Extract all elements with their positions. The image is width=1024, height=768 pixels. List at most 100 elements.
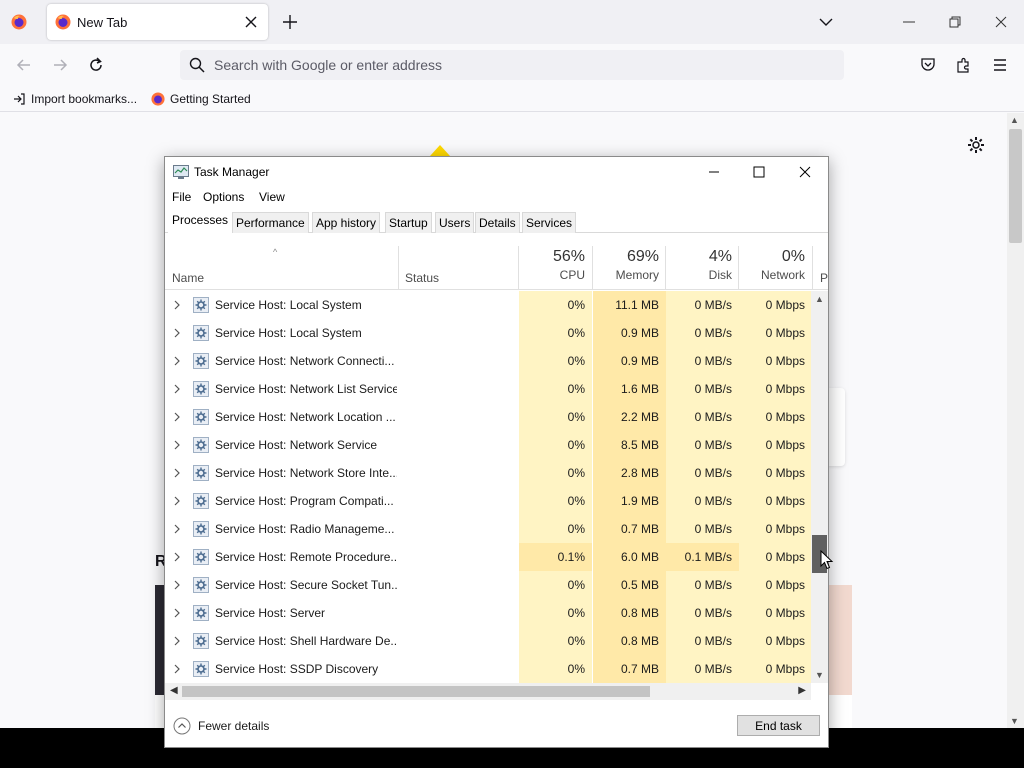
address-input[interactable]	[214, 50, 814, 80]
process-network: 0 Mbps	[739, 599, 811, 627]
tab-title: New Tab	[77, 15, 128, 30]
minimize-icon[interactable]	[706, 164, 722, 180]
table-row[interactable]: Service Host: Network Store Inte... 0% 2.8…	[165, 459, 811, 487]
process-memory: 0.8 MB	[593, 627, 666, 655]
process-list-vertical-scrollbar[interactable]: ▲ ▼	[811, 291, 828, 683]
column-header-cpu[interactable]: 56% CPU	[519, 246, 592, 290]
back-arrow-icon[interactable]	[15, 56, 33, 74]
column-header-truncated[interactable]: P	[820, 271, 828, 285]
horizontal-scrollbar-thumb[interactable]	[182, 686, 650, 697]
menu-file[interactable]: File	[172, 190, 191, 204]
chevron-right-icon[interactable]	[172, 354, 182, 368]
task-manager-menubar: File Options View	[165, 187, 828, 207]
chevron-right-icon[interactable]	[172, 662, 182, 676]
process-network: 0 Mbps	[739, 627, 811, 655]
tab-users[interactable]: Users	[435, 212, 475, 233]
chevron-right-icon[interactable]	[172, 466, 182, 480]
column-header-memory[interactable]: 69% Memory	[593, 246, 666, 290]
chevron-right-icon[interactable]	[172, 606, 182, 620]
search-icon	[189, 57, 205, 73]
table-row[interactable]: Service Host: Remote Procedure... 0.1% 6.0…	[165, 543, 811, 571]
process-network: 0 Mbps	[739, 319, 811, 347]
scroll-up-arrow-icon[interactable]: ▲	[1010, 115, 1019, 125]
end-task-button[interactable]: End task	[737, 715, 820, 736]
firefox-tab-icon	[55, 14, 71, 30]
table-row[interactable]: Service Host: Network Connecti... 0% 0.9 M…	[165, 347, 811, 375]
window-restore-icon[interactable]	[947, 14, 963, 30]
scroll-up-arrow-icon[interactable]: ▲	[815, 294, 824, 304]
firefox-logo-icon[interactable]	[11, 14, 27, 30]
task-manager-titlebar[interactable]: Task Manager	[165, 157, 828, 187]
chevron-right-icon[interactable]	[172, 634, 182, 648]
fewer-details-toggle[interactable]: Fewer details	[173, 716, 269, 736]
process-disk: 0 MB/s	[666, 487, 739, 515]
chevron-right-icon[interactable]	[172, 298, 182, 312]
tab-new-tab[interactable]: New Tab	[47, 4, 268, 40]
chevron-right-icon[interactable]	[172, 578, 182, 592]
pocket-icon[interactable]	[919, 56, 937, 74]
chevron-down-icon[interactable]	[818, 14, 834, 30]
page-scrollbar-thumb[interactable]	[1009, 129, 1022, 243]
table-row[interactable]: Service Host: Secure Socket Tun... 0% 0.5 …	[165, 571, 811, 599]
column-header-status[interactable]: Status	[405, 271, 439, 285]
table-row[interactable]: Service Host: Local System 0% 0.9 MB 0 MB/s…	[165, 319, 811, 347]
table-row[interactable]: Service Host: SSDP Discovery 0% 0.7 MB 0 MB…	[165, 655, 811, 683]
menu-view[interactable]: View	[259, 190, 285, 204]
gear-icon[interactable]	[966, 135, 986, 155]
hamburger-menu-icon[interactable]	[991, 56, 1009, 74]
tab-services[interactable]: Services	[522, 212, 577, 233]
chevron-right-icon[interactable]	[172, 410, 182, 424]
menu-options[interactable]: Options	[203, 190, 244, 204]
tab-startup[interactable]: Startup	[385, 212, 432, 233]
tab-processes[interactable]: Processes	[168, 209, 233, 234]
page-scrollbar[interactable]: ▲ ▼	[1007, 113, 1024, 728]
process-name: Service Host: Shell Hardware De...	[215, 634, 397, 648]
service-gear-icon	[193, 297, 209, 313]
table-row[interactable]: Service Host: Shell Hardware De... 0% 0.8 …	[165, 627, 811, 655]
service-gear-icon	[193, 409, 209, 425]
table-row[interactable]: Service Host: Network Service 0% 8.5 MB 0 M…	[165, 431, 811, 459]
service-gear-icon	[193, 521, 209, 537]
column-divider[interactable]	[812, 246, 813, 290]
process-list-horizontal-scrollbar[interactable]: ◀ ▶	[165, 683, 811, 700]
process-memory: 0.7 MB	[593, 655, 666, 683]
table-row[interactable]: Service Host: Network Location ... 0% 2.2 …	[165, 403, 811, 431]
column-header-name[interactable]: Name	[172, 271, 204, 285]
chevron-right-icon[interactable]	[172, 438, 182, 452]
column-divider[interactable]	[398, 246, 399, 290]
new-tab-plus-icon[interactable]	[281, 13, 299, 31]
process-memory: 0.7 MB	[593, 515, 666, 543]
address-bar[interactable]	[180, 50, 844, 80]
bookmark-import[interactable]: Import bookmarks...	[12, 91, 137, 107]
extensions-puzzle-icon[interactable]	[955, 56, 973, 74]
reload-icon[interactable]	[87, 56, 105, 74]
tab-performance[interactable]: Performance	[232, 212, 309, 233]
maximize-icon[interactable]	[751, 164, 767, 180]
service-gear-icon	[193, 325, 209, 341]
tab-details[interactable]: Details	[475, 212, 520, 233]
forward-arrow-icon[interactable]	[51, 56, 69, 74]
table-row[interactable]: Service Host: Server 0% 0.8 MB 0 MB/s 0 Mbps	[165, 599, 811, 627]
window-minimize-icon[interactable]	[901, 14, 917, 30]
table-row[interactable]: Service Host: Program Compati... 0% 1.9 MB…	[165, 487, 811, 515]
chevron-right-icon[interactable]	[172, 326, 182, 340]
close-icon[interactable]	[797, 164, 813, 180]
task-manager-icon	[173, 165, 189, 179]
scroll-left-arrow-icon[interactable]: ◀	[170, 685, 178, 696]
table-row[interactable]: Service Host: Radio Manageme... 0% 0.7 MB 0…	[165, 515, 811, 543]
close-tab-icon[interactable]	[242, 13, 260, 31]
table-row[interactable]: Service Host: Local System 0% 11.1 MB 0 MB/…	[165, 291, 811, 319]
scroll-right-arrow-icon[interactable]: ▶	[798, 685, 806, 696]
bookmark-getting-started[interactable]: Getting Started	[151, 91, 251, 107]
chevron-right-icon[interactable]	[172, 522, 182, 536]
scroll-down-arrow-icon[interactable]: ▼	[815, 670, 824, 680]
tab-app-history[interactable]: App history	[312, 212, 381, 233]
chevron-right-icon[interactable]	[172, 382, 182, 396]
chevron-right-icon[interactable]	[172, 494, 182, 508]
column-header-network[interactable]: 0% Network	[739, 246, 812, 290]
column-header-disk[interactable]: 4% Disk	[666, 246, 739, 290]
scroll-down-arrow-icon[interactable]: ▼	[1010, 716, 1019, 726]
chevron-right-icon[interactable]	[172, 550, 182, 564]
table-row[interactable]: Service Host: Network List Service 0% 1.6 …	[165, 375, 811, 403]
window-close-icon[interactable]	[993, 14, 1009, 30]
